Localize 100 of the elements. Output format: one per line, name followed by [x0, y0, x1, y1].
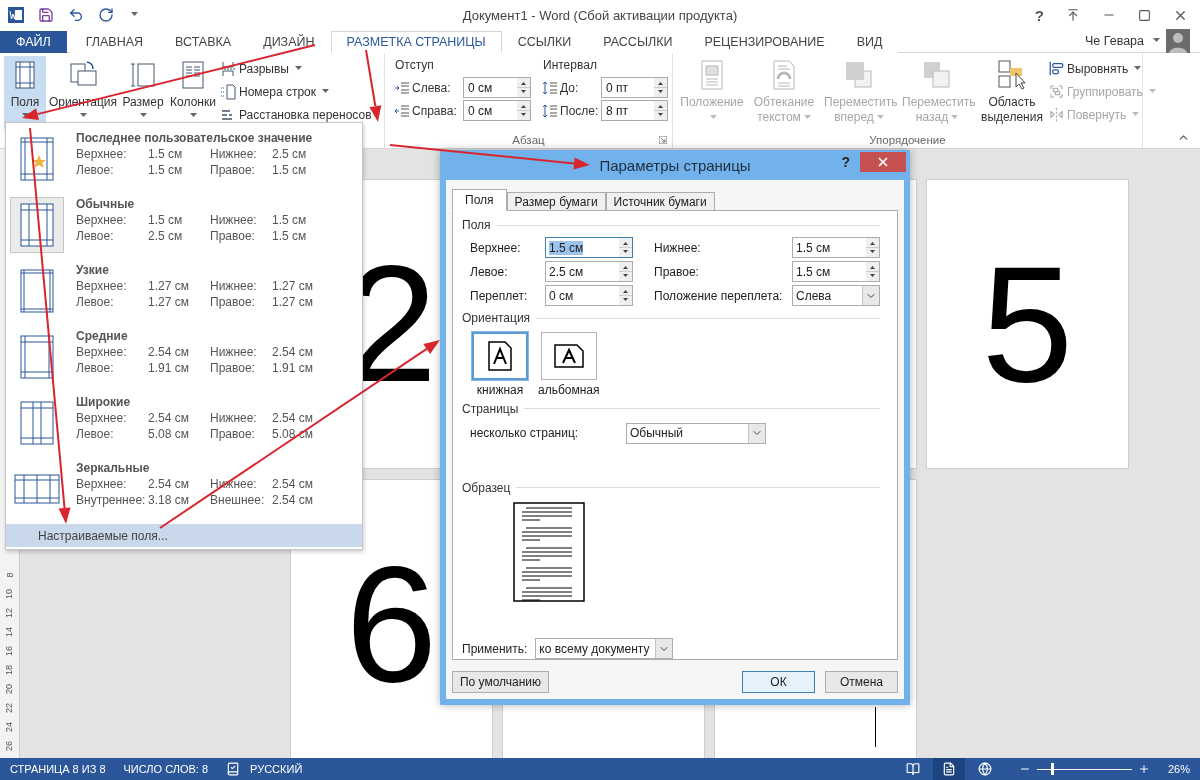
margin-label: Правое:: [210, 427, 256, 443]
margin-preset[interactable]: Обычные Верхнее: 1.5 см Нижнее: 1.5 см Левое: 2.5 см Правое: 1.5 см: [6, 193, 362, 259]
margin-preset[interactable]: Узкие Верхнее: 1.27 см Нижнее: 1.27 см Левое: 1.27 см Правое: 1.27 см: [6, 259, 362, 325]
ribbon-button[interactable]: Область выделения: [977, 56, 1047, 129]
ruler-number: 14: [3, 627, 16, 637]
dialog-button[interactable]: ОК: [742, 671, 815, 693]
spin-field[interactable]: 1.5 см: [792, 261, 880, 283]
zoom-level[interactable]: 26%: [1167, 763, 1190, 775]
orientation-option[interactable]: [540, 331, 597, 380]
margin-label: Верхнее:: [76, 213, 128, 229]
dialog-tab[interactable]: Размер бумаги: [506, 192, 606, 211]
spinner-icon[interactable]: [866, 238, 879, 258]
close-button[interactable]: [860, 152, 906, 172]
slider-thumb[interactable]: [1051, 763, 1055, 775]
ribbon-button[interactable]: Разрывы: [220, 58, 372, 79]
margin-label: Правое:: [210, 295, 256, 311]
zoom-slider[interactable]: [1036, 763, 1132, 775]
spinner-icon[interactable]: [619, 286, 632, 306]
custom-margins-item[interactable]: Настраиваемые поля...: [6, 524, 362, 547]
ruler-number: 8: [3, 572, 16, 578]
margin-label: Верхнее:: [76, 279, 128, 295]
dialog-tab[interactable]: Источник бумаги: [605, 192, 715, 211]
field-label: Переплет:: [470, 288, 529, 303]
spinner-icon[interactable]: [619, 238, 632, 258]
spin-field[interactable]: 0 см: [463, 100, 531, 121]
margin-value: 2.54 см: [272, 493, 313, 509]
margin-preset[interactable]: Последнее пользовательское значение Верхнее: 1.5 см Нижнее: 2.5 см Левое: 1.5 см Правое: 1.5 см: [6, 127, 362, 193]
zoom-in-icon[interactable]: [1137, 763, 1150, 775]
spin-field[interactable]: 1.5 см: [545, 237, 633, 259]
user-name[interactable]: Че Гевара: [1085, 34, 1144, 48]
ribbon-button[interactable]: Расстановка переносов: [220, 104, 372, 125]
ribbon-button[interactable]: Выровнять: [1049, 58, 1156, 79]
margin-preset[interactable]: Широкие Верхнее: 2.54 см Нижнее: 2.54 см Левое: 5.08 см Правое: 5.08 см: [6, 391, 362, 457]
dialog-tab[interactable]: Поля: [452, 189, 507, 211]
spin-field[interactable]: 2.5 см: [545, 261, 633, 283]
option-label: книжная: [476, 382, 524, 397]
ribbon-tab[interactable]: РАЗМЕТКА СТРАНИЦЫ: [330, 31, 502, 53]
margin-label: Внутреннее:: [76, 493, 147, 509]
margin-value: 1.27 см: [148, 279, 190, 295]
margin-preset[interactable]: Средние Верхнее: 2.54 см Нижнее: 2.54 см Левое: 1.91 см Правое: 1.91 см: [6, 325, 362, 391]
avatar[interactable]: [1166, 29, 1190, 53]
margins-preview-icon: [20, 269, 54, 313]
margin-value: 1.91 см: [272, 361, 313, 377]
undo-icon[interactable]: [68, 7, 84, 23]
dialog-button[interactable]: Отмена: [825, 671, 898, 693]
ribbon-display-icon[interactable]: [1066, 8, 1080, 22]
spin-field[interactable]: 0 см: [545, 285, 633, 307]
ribbon-button[interactable]: Номера строк: [220, 81, 372, 102]
field-label: Правое:: [653, 264, 700, 279]
margin-label: Левое:: [76, 361, 115, 377]
field-label: До:: [560, 80, 580, 95]
margins-preview-icon: [20, 137, 54, 181]
select-field[interactable]: ко всему документу: [535, 638, 674, 659]
group-label: Абзац: [512, 133, 545, 146]
spin-field[interactable]: 0 пт: [601, 77, 668, 98]
ribbon-button[interactable]: Колонки: [168, 56, 218, 129]
proofing-icon[interactable]: [226, 762, 241, 776]
language-status[interactable]: РУССКИЙ: [250, 763, 303, 775]
spinner-icon[interactable]: [654, 101, 667, 120]
margin-value: 2.54 см: [148, 411, 190, 427]
spinner-icon[interactable]: [654, 78, 667, 97]
margin-label: Правое:: [210, 361, 256, 377]
help-button[interactable]: ?: [841, 154, 850, 170]
ribbon-button[interactable]: Размер: [120, 56, 166, 129]
ruler-number: 20: [3, 684, 16, 694]
ribbon-tab[interactable]: ФАЙЛ: [0, 31, 67, 53]
select-field[interactable]: Обычный: [626, 422, 766, 444]
view-button[interactable]: [932, 758, 965, 780]
dialog-launcher-icon[interactable]: [659, 136, 667, 144]
margin-value: 2.54 см: [148, 477, 190, 493]
margins-preview-icon: [20, 401, 54, 445]
spacing-icon: [543, 80, 557, 95]
save-icon[interactable]: [38, 7, 54, 23]
spinner-icon[interactable]: [866, 262, 879, 282]
orientation-option[interactable]: [472, 331, 528, 380]
web-layout-icon[interactable]: [977, 762, 992, 776]
spin-field[interactable]: 1.5 см: [792, 237, 880, 259]
help-button[interactable]: ?: [1034, 6, 1044, 24]
redo-icon[interactable]: [98, 7, 114, 23]
page-status[interactable]: СТРАНИЦА 8 ИЗ 8: [10, 763, 106, 775]
margin-value: 1.5 см: [148, 147, 184, 163]
group-label: Упорядочение: [869, 133, 946, 146]
read-mode-icon[interactable]: [905, 762, 920, 776]
spinner-icon[interactable]: [619, 262, 632, 282]
spinner-icon[interactable]: [517, 101, 530, 120]
ruler-number: 18: [3, 665, 16, 675]
page-number: 5: [981, 241, 1074, 407]
caret-icon: [21, 113, 29, 117]
spinner-icon[interactable]: [517, 78, 530, 97]
spin-field[interactable]: 8 пт: [601, 100, 668, 121]
word-count[interactable]: ЧИСЛО СЛОВ: 8: [123, 763, 209, 775]
print-layout-icon[interactable]: [941, 762, 956, 776]
margin-label: Левое:: [76, 229, 115, 245]
spin-field[interactable]: 0 см: [463, 77, 531, 98]
margin-label: Левое:: [76, 295, 115, 311]
ribbon-tab[interactable]: ДИЗАЙН: [247, 31, 331, 53]
dialog-button[interactable]: По умолчанию: [452, 671, 549, 693]
maximize-icon[interactable]: [1138, 8, 1151, 22]
app-logo-icon[interactable]: [8, 7, 24, 23]
select-field[interactable]: Слева: [792, 285, 880, 307]
